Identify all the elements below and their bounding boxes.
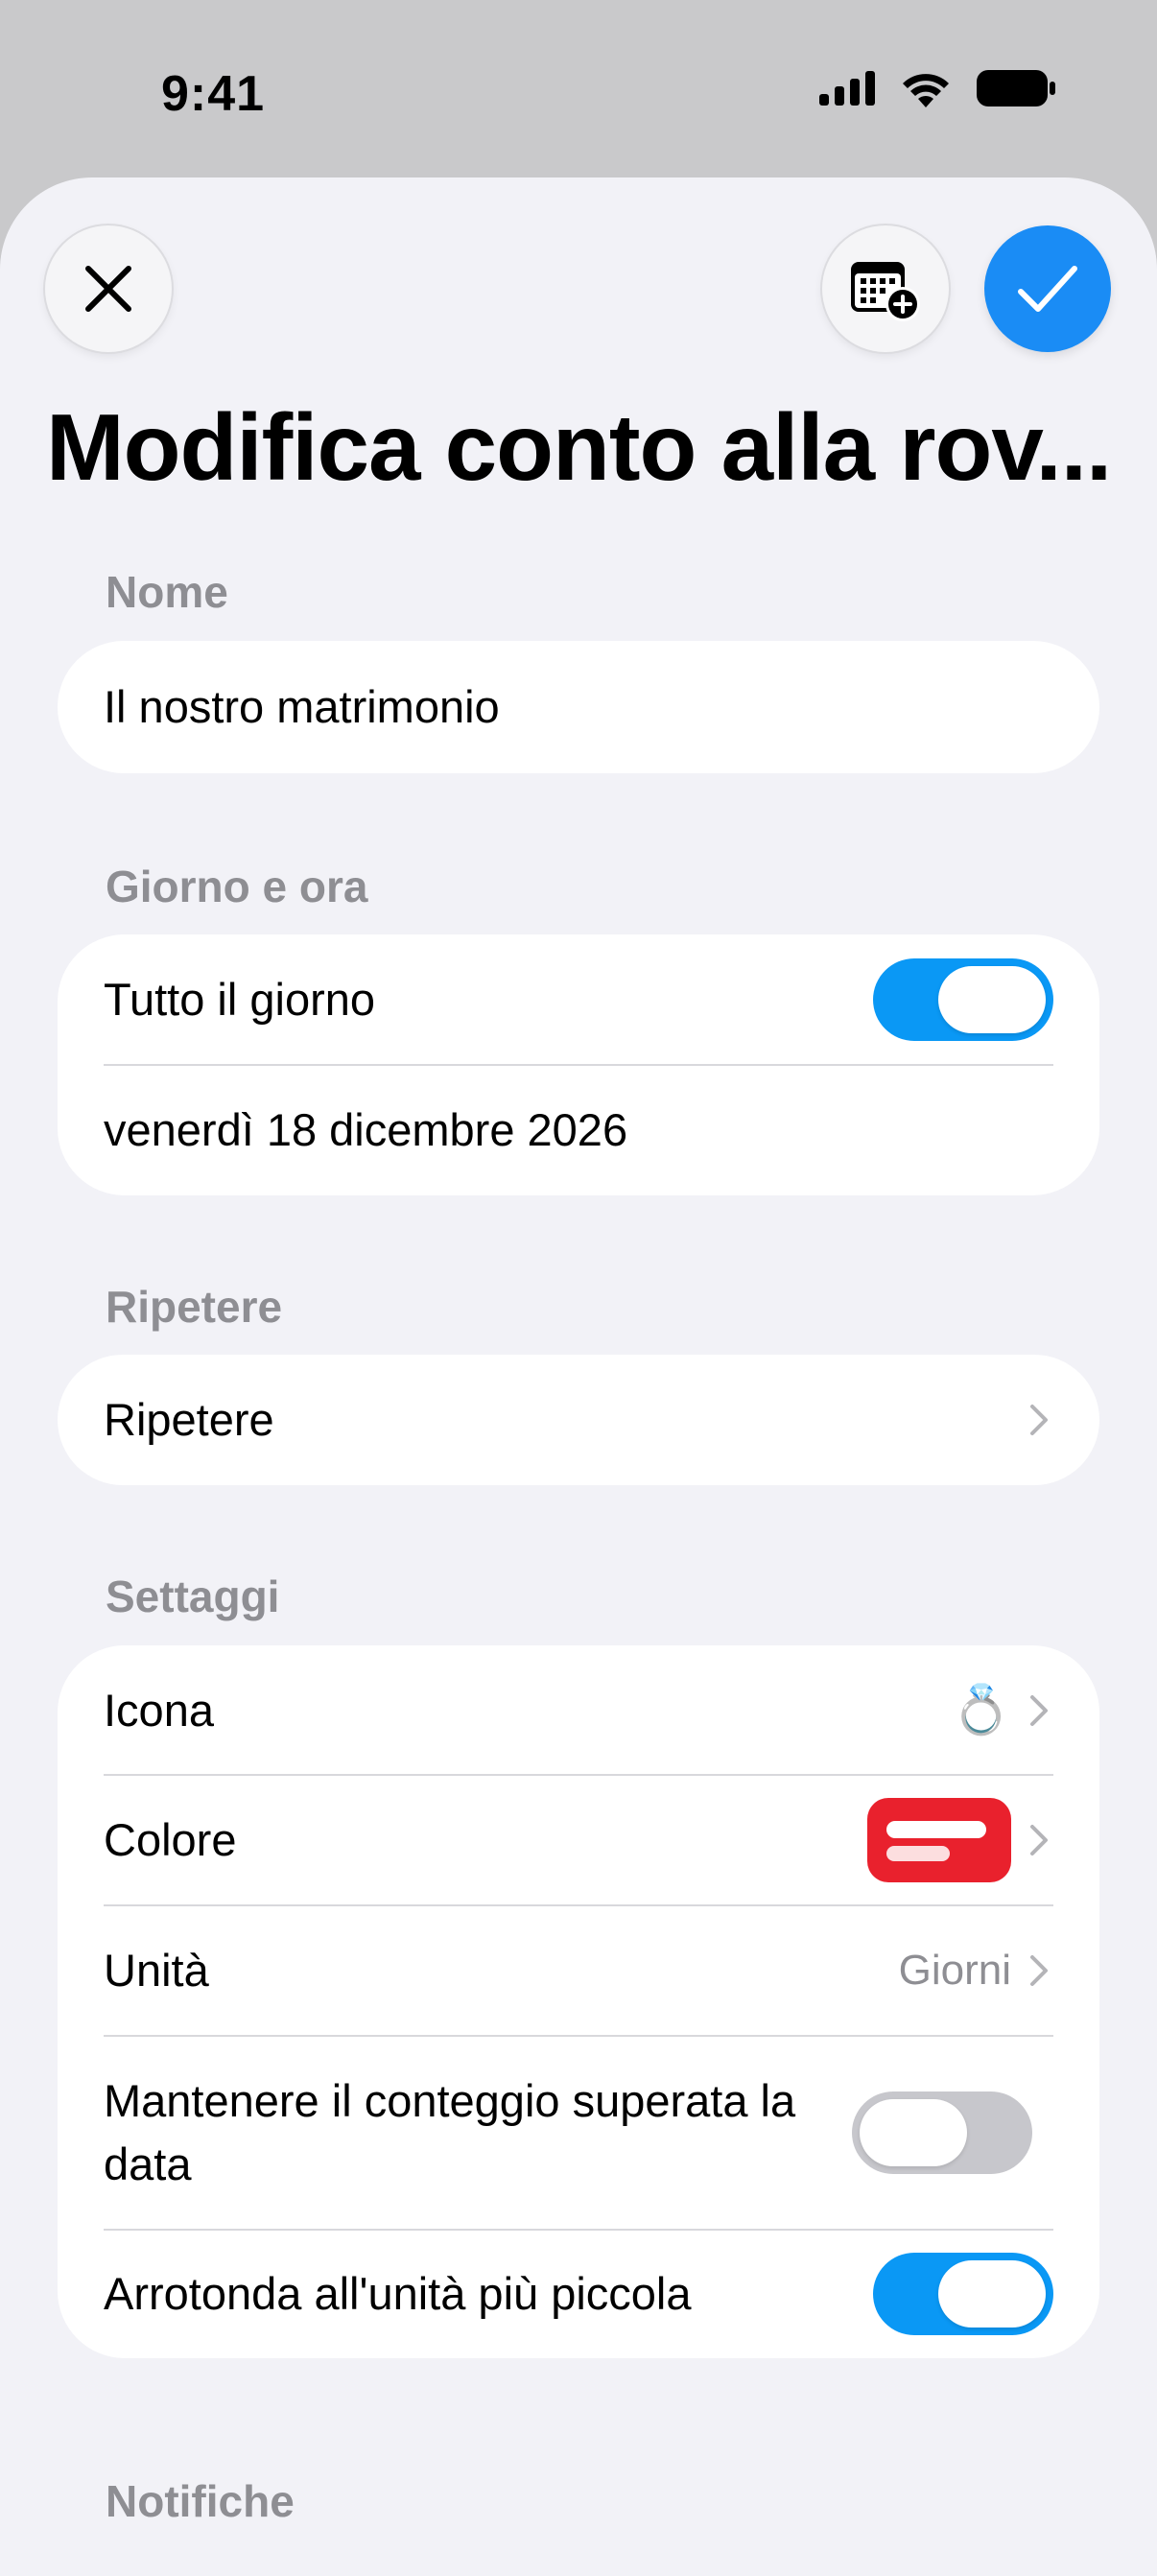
unit-label: Unità <box>104 1944 209 1996</box>
unit-row[interactable]: Unità Giorni <box>104 1905 1053 2035</box>
color-label: Colore <box>104 1813 237 1865</box>
date-row[interactable]: venerdì 18 dicembre 2026 <box>104 1065 1053 1195</box>
add-to-calendar-button[interactable] <box>822 225 949 352</box>
wifi-icon <box>903 74 949 107</box>
repeat-label: Ripetere <box>104 1394 274 1445</box>
icon-row[interactable]: Icona 💍 <box>104 1645 1053 1775</box>
battery-icon <box>977 70 1055 106</box>
round-unit-row: Arrotonda all'unità più piccola <box>104 2230 1053 2358</box>
chevron-right-icon <box>1030 1405 1048 1435</box>
section-label-repeat: Ripetere <box>106 1282 283 1332</box>
all-day-toggle[interactable] <box>873 958 1053 1041</box>
repeat-card: Ripetere <box>58 1355 1099 1485</box>
confirm-button[interactable] <box>984 225 1111 352</box>
section-label-settings: Settaggi <box>106 1572 280 1621</box>
keep-count-toggle[interactable] <box>852 2092 1032 2174</box>
status-bar: 9:41 <box>0 0 1157 177</box>
status-icons <box>819 69 1055 107</box>
date-value: venerdì 18 dicembre 2026 <box>104 1104 628 1155</box>
color-swatch <box>867 1797 1011 1882</box>
section-label-name: Nome <box>106 567 228 617</box>
chevron-right-icon <box>1030 1954 1048 1986</box>
settings-card: Icona 💍 Colore Unità Giorni Mantenere il… <box>58 1645 1099 2358</box>
keep-count-label: Mantenere il conteggio superata la data <box>104 2075 796 2189</box>
edit-countdown-sheet: Modifica conto alla rov... Nome Il nostr… <box>0 177 1157 2576</box>
color-row[interactable]: Colore <box>104 1775 1053 1904</box>
unit-value: Giorni <box>898 1946 1011 1994</box>
keep-count-row: Mantenere il conteggio superata la data <box>104 2036 1053 2230</box>
section-label-date-time: Giorno e ora <box>106 862 368 911</box>
calendar-add-icon <box>851 262 920 321</box>
date-time-card: Tutto il giorno venerdì 18 dicembre 2026 <box>58 934 1099 1195</box>
round-unit-label: Arrotonda all'unità più piccola <box>104 2268 692 2319</box>
cellular-signal-icon <box>819 71 875 106</box>
checkmark-icon <box>1018 266 1077 312</box>
status-time: 9:41 <box>161 66 266 122</box>
section-label-notifications: Notifiche <box>106 2476 295 2526</box>
name-input[interactable]: Il nostro matrimonio <box>104 675 1053 739</box>
close-icon <box>85 266 131 312</box>
round-unit-toggle[interactable] <box>873 2253 1053 2335</box>
repeat-row[interactable]: Ripetere <box>104 1355 1053 1485</box>
all-day-label: Tutto il giorno <box>104 974 376 1025</box>
ring-icon: 💍 <box>951 1683 1011 1737</box>
chevron-right-icon <box>1030 1824 1048 1855</box>
page-title: Modifica conto alla rov... <box>46 394 1112 500</box>
close-button[interactable] <box>45 225 172 352</box>
name-input-card[interactable]: Il nostro matrimonio <box>58 641 1099 773</box>
icon-label: Icona <box>104 1684 214 1736</box>
all-day-row: Tutto il giorno <box>104 934 1053 1065</box>
chevron-right-icon <box>1030 1694 1048 1726</box>
